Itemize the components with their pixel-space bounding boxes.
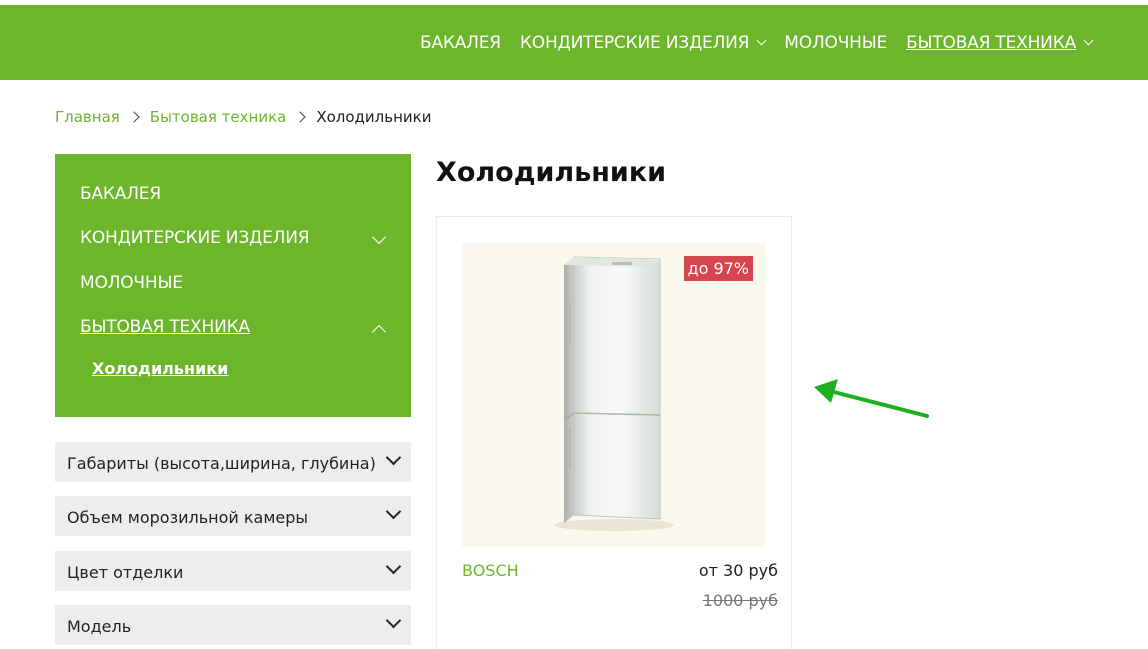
product-card: до 97% BOSCH от 30 руб 1000 руб: [436, 216, 792, 649]
chevron-right-icon: [294, 111, 306, 123]
filter-label: Цвет отделки: [67, 563, 184, 582]
chevron-down-icon: [1083, 35, 1094, 46]
chevron-down-icon: [385, 503, 402, 520]
filter-finish-color[interactable]: Цвет отделки: [55, 551, 411, 591]
filter-dimensions[interactable]: Габариты (высота,ширина, глубина): [55, 442, 411, 482]
breadcrumb-category-link[interactable]: Бытовая техника: [150, 108, 287, 126]
filter-model[interactable]: Модель: [55, 605, 411, 645]
breadcrumb-home-link[interactable]: Главная: [55, 108, 120, 126]
chevron-down-icon: [385, 612, 402, 629]
chevron-up-icon[interactable]: [371, 324, 387, 340]
topnav-label: БЫТОВАЯ ТЕХНИКА: [906, 32, 1076, 53]
sidebar-subitem-refrigerators[interactable]: Холодильники: [92, 359, 228, 378]
sidebar-item-confectionery[interactable]: КОНДИТЕРСКИЕ ИЗДЕЛИЯ: [80, 228, 387, 248]
annotation-arrow-icon: [814, 379, 929, 418]
sidebar-category-menu: БАКАЛЕЯ КОНДИТЕРСКИЕ ИЗДЕЛИЯ МОЛОЧНЫЕ БЫ…: [55, 154, 411, 417]
filter-freezer-volume[interactable]: Объем морозильной камеры: [55, 496, 411, 536]
topnav-label: МОЛОЧНЫЕ: [784, 32, 888, 53]
sidebar-item-label: МОЛОЧНЫЕ: [80, 273, 183, 293]
topnav-label: КОНДИТЕРСКИЕ ИЗДЕЛИЯ: [519, 32, 750, 53]
refrigerator-image[interactable]: до 97%: [462, 243, 766, 547]
sidebar-item-label: БЫТОВАЯ ТЕХНИКА: [80, 317, 250, 337]
page-title: Холодильники: [436, 157, 667, 188]
filter-label: Габариты (высота,ширина, глубина): [67, 454, 376, 473]
sidebar-item-label: БАКАЛЕЯ: [80, 184, 161, 204]
chevron-right-icon: [128, 111, 140, 123]
filter-label: Объем морозильной камеры: [67, 508, 309, 527]
product-old-price: 1000 руб: [702, 591, 778, 610]
chevron-down-icon: [756, 35, 767, 46]
product-price: от 30 руб: [698, 561, 778, 580]
sidebar-item-label: КОНДИТЕРСКИЕ ИЗДЕЛИЯ: [80, 228, 310, 248]
chevron-down-icon: [385, 449, 402, 466]
topnav-label: БАКАЛЕЯ: [419, 32, 501, 53]
topnav-item-confectionery[interactable]: КОНДИТЕРСКИЕ ИЗДЕЛИЯ: [519, 32, 767, 53]
product-brand-link[interactable]: BOSCH: [462, 561, 519, 580]
topnav-item-grocery[interactable]: БАКАЛЕЯ: [420, 33, 501, 53]
top-header: БАКАЛЕЯ КОНДИТЕРСКИЕ ИЗДЕЛИЯ МОЛОЧНЫЕ БЫ…: [0, 5, 1148, 80]
top-navigation: БАКАЛЕЯ КОНДИТЕРСКИЕ ИЗДЕЛИЯ МОЛОЧНЫЕ БЫ…: [401, 5, 1094, 80]
sidebar-item-grocery[interactable]: БАКАЛЕЯ: [80, 184, 386, 204]
sidebar-item-appliances[interactable]: БЫТОВАЯ ТЕХНИКА: [80, 317, 387, 340]
discount-badge: до 97%: [683, 256, 753, 281]
chevron-down-icon: [385, 558, 402, 575]
sidebar-item-dairy[interactable]: МОЛОЧНЫЕ: [80, 273, 386, 293]
filter-label: Модель: [67, 617, 132, 636]
topnav-item-dairy[interactable]: МОЛОЧНЫЕ: [784, 33, 887, 53]
breadcrumb-current: Холодильники: [316, 108, 432, 126]
refrigerator-illustration: [554, 256, 674, 531]
breadcrumb: Главная Бытовая техника Холодильники: [55, 108, 431, 126]
chevron-down-icon[interactable]: [371, 229, 387, 245]
topnav-item-appliances[interactable]: БЫТОВАЯ ТЕХНИКА: [906, 32, 1094, 53]
